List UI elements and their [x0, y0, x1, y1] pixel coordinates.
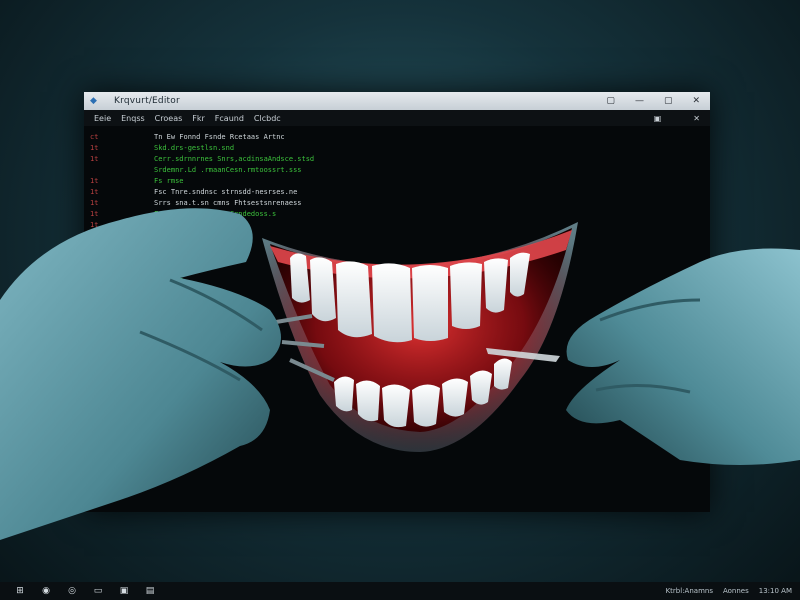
edge-icon[interactable]: ◎ [66, 585, 78, 597]
store-icon[interactable]: ▣ [118, 585, 130, 597]
system-tray: Ktrbl:Anamns Aonnes 13:10 AM [666, 587, 792, 595]
right-gloved-hand [566, 248, 800, 465]
folder-icon[interactable]: ▭ [92, 585, 104, 597]
browser-icon[interactable]: ◉ [40, 585, 52, 597]
taskbar: ⊞ ◉ ◎ ▭ ▣ ▤ Ktrbl:Anamns Aonnes 13:10 AM [0, 582, 800, 600]
file-icon[interactable]: ▤ [144, 585, 156, 597]
scene: ◆ Krqvurt/Editor ▢ — ▢ ✕ Eeie Enqss Croe… [0, 0, 800, 600]
tray-text: Aonnes [722, 587, 749, 595]
tray-text: Ktrbl:Anamns [665, 587, 713, 595]
start-icon[interactable]: ⊞ [14, 585, 26, 597]
clock-time[interactable]: 13:10 AM [759, 587, 792, 595]
